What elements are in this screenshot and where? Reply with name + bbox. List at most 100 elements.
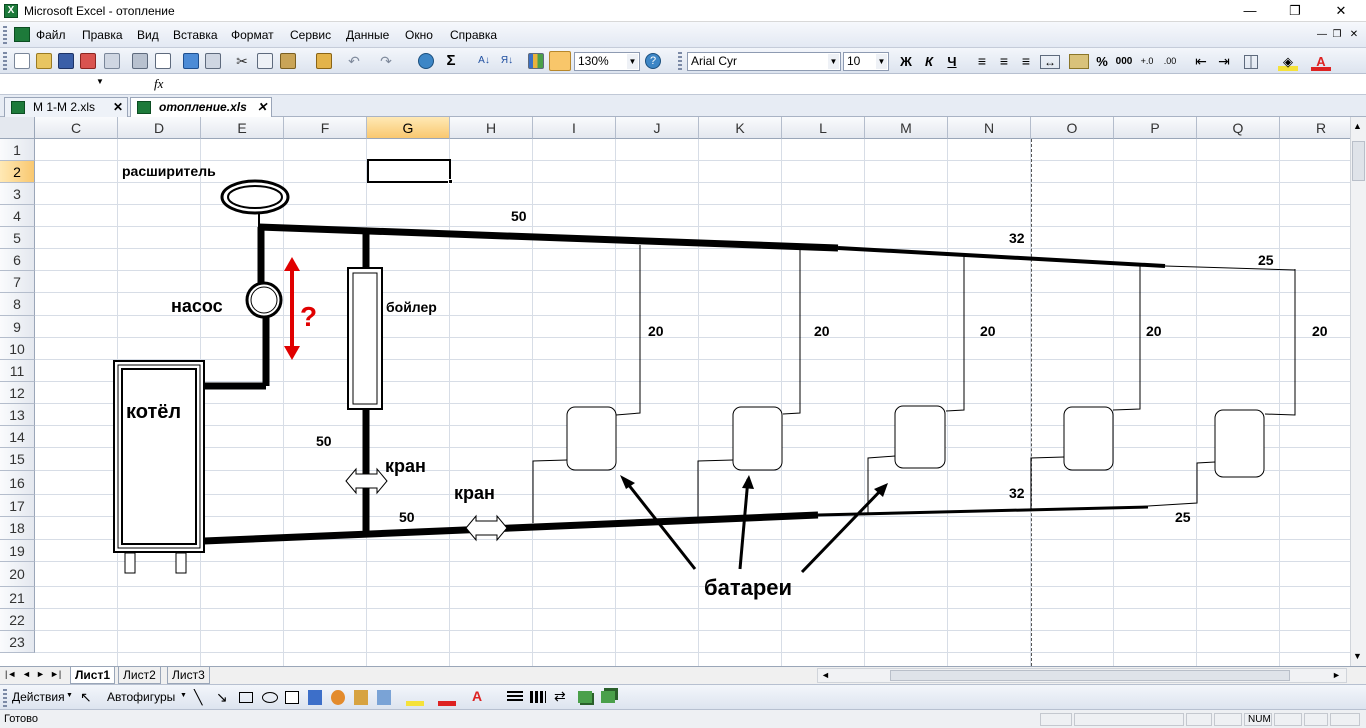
- percent-button[interactable]: %: [1092, 52, 1112, 71]
- vertical-scroll-thumb[interactable]: [1352, 141, 1365, 181]
- restore-button[interactable]: ❐: [1281, 2, 1309, 20]
- prev-sheet-icon[interactable]: ◄: [22, 669, 31, 679]
- redo-icon[interactable]: ↷: [378, 53, 394, 69]
- line-tool-icon[interactable]: ╲: [194, 689, 202, 706]
- italic-button[interactable]: К: [919, 52, 939, 71]
- menu-data[interactable]: Данные: [346, 28, 389, 42]
- wordart-icon[interactable]: [308, 690, 322, 705]
- workbook-tab-m1m2[interactable]: М 1-М 2.xls ✕: [4, 97, 128, 117]
- line-style-icon[interactable]: [507, 691, 523, 703]
- bold-button[interactable]: Ж: [896, 52, 916, 71]
- sheet-tab-1[interactable]: Лист1: [70, 667, 116, 684]
- email-icon[interactable]: [104, 53, 120, 69]
- rectangle-tool-icon[interactable]: [239, 692, 253, 703]
- increase-decimal-icon[interactable]: +.0: [1137, 52, 1157, 71]
- doc-minimize-button[interactable]: —: [1314, 26, 1330, 44]
- research-icon[interactable]: [205, 53, 221, 69]
- format-painter-icon[interactable]: [316, 53, 332, 69]
- actions-menu[interactable]: Действия: [12, 690, 65, 704]
- print-icon[interactable]: [132, 53, 148, 69]
- horizontal-scroll-thumb[interactable]: [890, 670, 1290, 681]
- currency-icon[interactable]: [1069, 54, 1089, 69]
- autoshapes-menu[interactable]: Автофигуры: [107, 690, 175, 704]
- dash-style-icon[interactable]: [530, 691, 546, 703]
- scroll-left-icon[interactable]: ◄: [821, 670, 830, 680]
- hyperlink-icon[interactable]: [418, 53, 434, 69]
- insert-function-icon[interactable]: fx: [154, 76, 163, 92]
- minimize-button[interactable]: —: [1236, 2, 1264, 20]
- textbox-tool-icon[interactable]: [285, 691, 299, 704]
- menu-view[interactable]: Вид: [137, 28, 159, 42]
- scroll-down-icon[interactable]: ▼: [1353, 651, 1362, 661]
- spelling-icon[interactable]: [183, 53, 199, 69]
- font-size-select[interactable]: 10 ▼: [843, 52, 889, 71]
- doc-close-button[interactable]: ✕: [1346, 26, 1362, 44]
- align-right-icon[interactable]: ≡: [1016, 52, 1036, 71]
- cut-icon[interactable]: ✂: [234, 53, 250, 69]
- permission-icon[interactable]: [80, 53, 96, 69]
- oval-tool-icon[interactable]: [262, 692, 278, 703]
- autosum-icon[interactable]: Σ: [443, 53, 459, 69]
- menu-help[interactable]: Справка: [450, 28, 497, 42]
- workbook-icon[interactable]: [14, 27, 30, 42]
- chart-wizard-icon[interactable]: [528, 53, 544, 69]
- formula-input[interactable]: [176, 76, 1346, 93]
- line-color-tool-icon[interactable]: [438, 689, 456, 706]
- font-dropdown-icon[interactable]: ▼: [828, 54, 839, 69]
- first-sheet-icon[interactable]: |◄: [5, 669, 16, 679]
- workbook-tab-otoplenie[interactable]: отопление.xls ✕: [130, 97, 272, 117]
- close-tab-icon[interactable]: ✕: [257, 100, 267, 114]
- save-icon[interactable]: [58, 53, 74, 69]
- fill-color-icon[interactable]: ◈: [1278, 52, 1298, 71]
- print-preview-icon[interactable]: [155, 53, 171, 69]
- increase-indent-icon[interactable]: ⇥: [1214, 52, 1234, 71]
- font-color-icon[interactable]: A: [1311, 52, 1331, 71]
- 3d-style-icon[interactable]: [601, 691, 615, 703]
- underline-button[interactable]: Ч: [942, 52, 962, 71]
- format-toolbar-grip-icon[interactable]: [678, 52, 682, 70]
- menu-file[interactable]: Файл: [36, 28, 66, 42]
- zoom-select[interactable]: 130% ▼: [574, 52, 640, 71]
- menu-window[interactable]: Окно: [405, 28, 433, 42]
- arrow-style-icon[interactable]: ⇄: [554, 688, 566, 705]
- paste-icon[interactable]: [280, 53, 296, 69]
- menu-grip-icon[interactable]: [3, 26, 7, 44]
- borders-icon[interactable]: [1244, 55, 1258, 69]
- sort-descending-icon[interactable]: Я↓: [499, 53, 515, 69]
- menu-edit[interactable]: Правка: [82, 28, 123, 42]
- open-icon[interactable]: [36, 53, 52, 69]
- scroll-up-icon[interactable]: ▲: [1353, 121, 1362, 131]
- undo-icon[interactable]: ↶: [346, 53, 362, 69]
- actions-dropdown-icon[interactable]: ▼: [66, 692, 73, 699]
- diagram-icon[interactable]: [331, 690, 345, 705]
- arrow-tool-icon[interactable]: ↘: [216, 689, 228, 706]
- toolbar-grip-icon[interactable]: [3, 52, 7, 70]
- select-objects-icon[interactable]: ↖: [80, 689, 92, 706]
- close-tab-icon[interactable]: ✕: [113, 100, 123, 114]
- zoom-dropdown-icon[interactable]: ▼: [627, 54, 638, 69]
- menu-format[interactable]: Формат: [231, 28, 274, 42]
- doc-restore-button[interactable]: ❐: [1329, 26, 1345, 44]
- drawing-toggle-icon[interactable]: [549, 51, 571, 71]
- shadow-style-icon[interactable]: [578, 691, 592, 703]
- name-box-dropdown-icon[interactable]: ▼: [96, 77, 104, 86]
- merge-center-icon[interactable]: ↔: [1040, 55, 1060, 69]
- fill-color-tool-icon[interactable]: [406, 689, 424, 706]
- last-sheet-icon[interactable]: ►|: [50, 669, 61, 679]
- copy-icon[interactable]: [257, 53, 273, 69]
- help-icon[interactable]: ?: [645, 53, 661, 69]
- horizontal-scrollbar[interactable]: ◄ ►: [817, 668, 1347, 683]
- sort-ascending-icon[interactable]: A↓: [476, 53, 492, 69]
- close-button[interactable]: ✕: [1327, 2, 1355, 20]
- decrease-decimal-icon[interactable]: .00: [1160, 52, 1180, 71]
- menu-tools[interactable]: Сервис: [290, 28, 331, 42]
- align-center-icon[interactable]: ≡: [994, 52, 1014, 71]
- menu-insert[interactable]: Вставка: [173, 28, 218, 42]
- new-icon[interactable]: [14, 53, 30, 69]
- worksheet-grid[interactable]: CDEFGHIJKLMNOPQR 1 2 3 4 5 6 7 8 9 10 11 12 13 14 15 16…: [0, 117, 1350, 666]
- vertical-scrollbar[interactable]: ▲ ▼: [1350, 117, 1366, 666]
- decrease-indent-icon[interactable]: ⇤: [1191, 52, 1211, 71]
- picture-icon[interactable]: [377, 690, 391, 705]
- align-left-icon[interactable]: ≡: [972, 52, 992, 71]
- font-color-tool-icon[interactable]: A: [472, 688, 482, 704]
